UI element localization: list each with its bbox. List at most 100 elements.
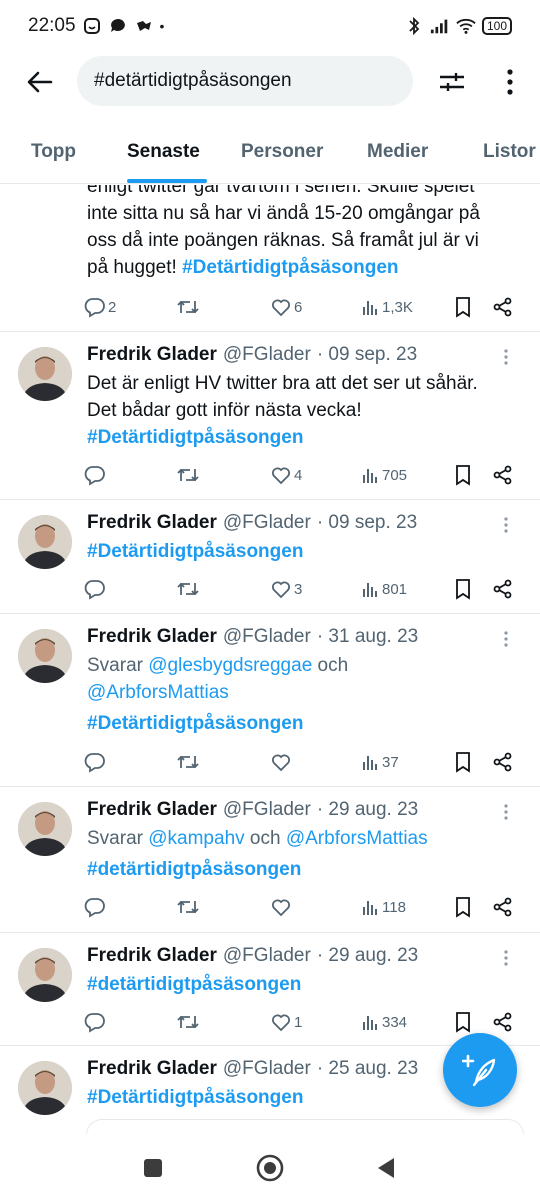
tweet-menu-button[interactable] [494, 513, 518, 537]
hashtag-link[interactable]: #Detärtidigtpåsäsongen [87, 427, 303, 448]
author-handle: @FGlader [222, 344, 311, 365]
author-name[interactable]: Fredrik Glader [87, 945, 217, 967]
filter-button[interactable] [432, 62, 472, 102]
search-input[interactable]: #detärtidigtpåsäsongen [77, 56, 413, 106]
like-button[interactable]: 4 [270, 461, 302, 489]
views-chart-icon [363, 583, 377, 597]
like-button[interactable]: 1 [270, 1008, 302, 1036]
tweet[interactable]: Fredrik Glader @FGlader · 31 aug. 23 Sva… [0, 615, 540, 787]
avatar[interactable] [18, 948, 72, 1002]
avatar[interactable] [18, 515, 72, 569]
back-button[interactable] [20, 62, 60, 102]
hashtag-link[interactable]: #detärtidigtpåsäsongen [87, 859, 301, 880]
author-name[interactable]: Fredrik Glader [87, 799, 217, 821]
tweet[interactable]: Fredrik Glader @FGlader · 09 sep. 23 #De… [0, 501, 540, 614]
retweet-button[interactable] [176, 1008, 200, 1036]
views-button[interactable]: 801 [360, 575, 407, 603]
tweet[interactable]: Fredrik Glader @FGlader · 09 sep. 23 Det… [0, 333, 540, 500]
share-button[interactable] [492, 293, 514, 321]
bookmark-button[interactable] [454, 293, 472, 321]
author-name[interactable]: Fredrik Glader [87, 626, 217, 648]
hashtag-link[interactable]: #Detärtidigtpåsäsongen [87, 1087, 303, 1108]
reply-button[interactable] [84, 575, 106, 603]
tweet-partial[interactable]: enligt twitter går tvärtom i serien. Sku… [0, 185, 540, 332]
bookmark-button[interactable] [454, 575, 472, 603]
share-button[interactable] [492, 1008, 514, 1036]
system-back-button[interactable] [368, 1150, 404, 1186]
bookmark-button[interactable] [454, 461, 472, 489]
views-button[interactable]: 705 [360, 461, 407, 489]
retweet-button[interactable] [176, 748, 200, 776]
mention-link[interactable]: @kampahv [148, 828, 244, 849]
retweet-button[interactable] [176, 575, 200, 603]
message-notification-icon [108, 16, 128, 36]
share-button[interactable] [492, 893, 514, 921]
user-photo-icon [18, 629, 72, 683]
like-button[interactable] [270, 748, 292, 776]
triangle-back-icon [378, 1158, 394, 1178]
avatar[interactable] [18, 629, 72, 683]
share-button[interactable] [492, 575, 514, 603]
reply-button[interactable] [84, 748, 106, 776]
hashtag-link[interactable]: #Detärtidigtpåsäsongen [87, 713, 303, 734]
retweet-button[interactable] [176, 461, 200, 489]
views-button[interactable]: 37 [360, 748, 399, 776]
tweet-date: · 25 aug. 23 [316, 1058, 419, 1079]
mention-link[interactable]: @ArbforsMattias [286, 828, 428, 849]
views-chart-icon [363, 756, 377, 770]
heart-icon [272, 1014, 290, 1032]
bookmark-button[interactable] [454, 1008, 472, 1036]
tweet[interactable]: Fredrik Glader @FGlader · 29 aug. 23 Sva… [0, 788, 540, 933]
author-name[interactable]: Fredrik Glader [87, 1058, 217, 1080]
mention-link[interactable]: @ArbforsMattias [87, 682, 229, 703]
avatar[interactable] [18, 1061, 72, 1115]
tweet-menu-button[interactable] [494, 946, 518, 970]
like-button[interactable]: 6 [270, 293, 302, 321]
tweet-actions: 4 705 [84, 461, 524, 489]
tweet-date: · 29 aug. 23 [316, 945, 419, 966]
reply-icon [84, 466, 105, 486]
tab-personer[interactable]: Personer [241, 120, 323, 184]
share-button[interactable] [492, 748, 514, 776]
bookmark-button[interactable] [454, 748, 472, 776]
hashtag-link[interactable]: #detärtidigtpåsäsongen [87, 974, 301, 995]
more-vertical-icon [507, 69, 513, 95]
views-button[interactable]: 334 [360, 1008, 407, 1036]
tab-senaste[interactable]: Senaste [127, 120, 200, 184]
tab-medier[interactable]: Medier [367, 120, 428, 184]
bookmark-button[interactable] [454, 893, 472, 921]
home-button[interactable] [252, 1150, 288, 1186]
more-notifications-dot: • [159, 18, 165, 34]
views-button[interactable]: 1,3K [360, 293, 413, 321]
more-options-button[interactable] [490, 62, 530, 102]
tweet[interactable]: Fredrik Glader @FGlader · 29 aug. 23 #de… [0, 934, 540, 1046]
tab-topp[interactable]: Topp [31, 120, 76, 184]
views-button[interactable]: 118 [360, 893, 406, 921]
tweet-menu-button[interactable] [494, 627, 518, 651]
like-button[interactable] [270, 893, 292, 921]
tweet-actions: 118 [84, 893, 524, 921]
tweet-menu-button[interactable] [494, 800, 518, 824]
reply-button[interactable] [84, 893, 106, 921]
avatar[interactable] [18, 802, 72, 856]
hashtag-link[interactable]: #Detärtidigtpåsäsongen [182, 257, 398, 278]
more-vertical-icon [504, 517, 508, 533]
reply-button[interactable] [84, 461, 106, 489]
share-button[interactable] [492, 461, 514, 489]
hashtag-link[interactable]: #Detärtidigtpåsäsongen [87, 541, 303, 562]
user-photo-icon [18, 948, 72, 1002]
tab-listor[interactable]: Listor [483, 120, 536, 184]
retweet-button[interactable] [176, 893, 200, 921]
retweet-button[interactable] [176, 293, 200, 321]
reply-button[interactable] [84, 1008, 106, 1036]
reply-icon [84, 753, 105, 773]
mention-link[interactable]: @glesbygdsreggae [148, 655, 312, 676]
author-name[interactable]: Fredrik Glader [87, 512, 217, 534]
avatar[interactable] [18, 347, 72, 401]
like-button[interactable]: 3 [270, 575, 302, 603]
compose-tweet-button[interactable] [443, 1033, 517, 1107]
recent-apps-button[interactable] [135, 1150, 171, 1186]
reply-button[interactable]: 2 [84, 293, 116, 321]
author-name[interactable]: Fredrik Glader [87, 344, 217, 366]
tweet-menu-button[interactable] [494, 345, 518, 369]
